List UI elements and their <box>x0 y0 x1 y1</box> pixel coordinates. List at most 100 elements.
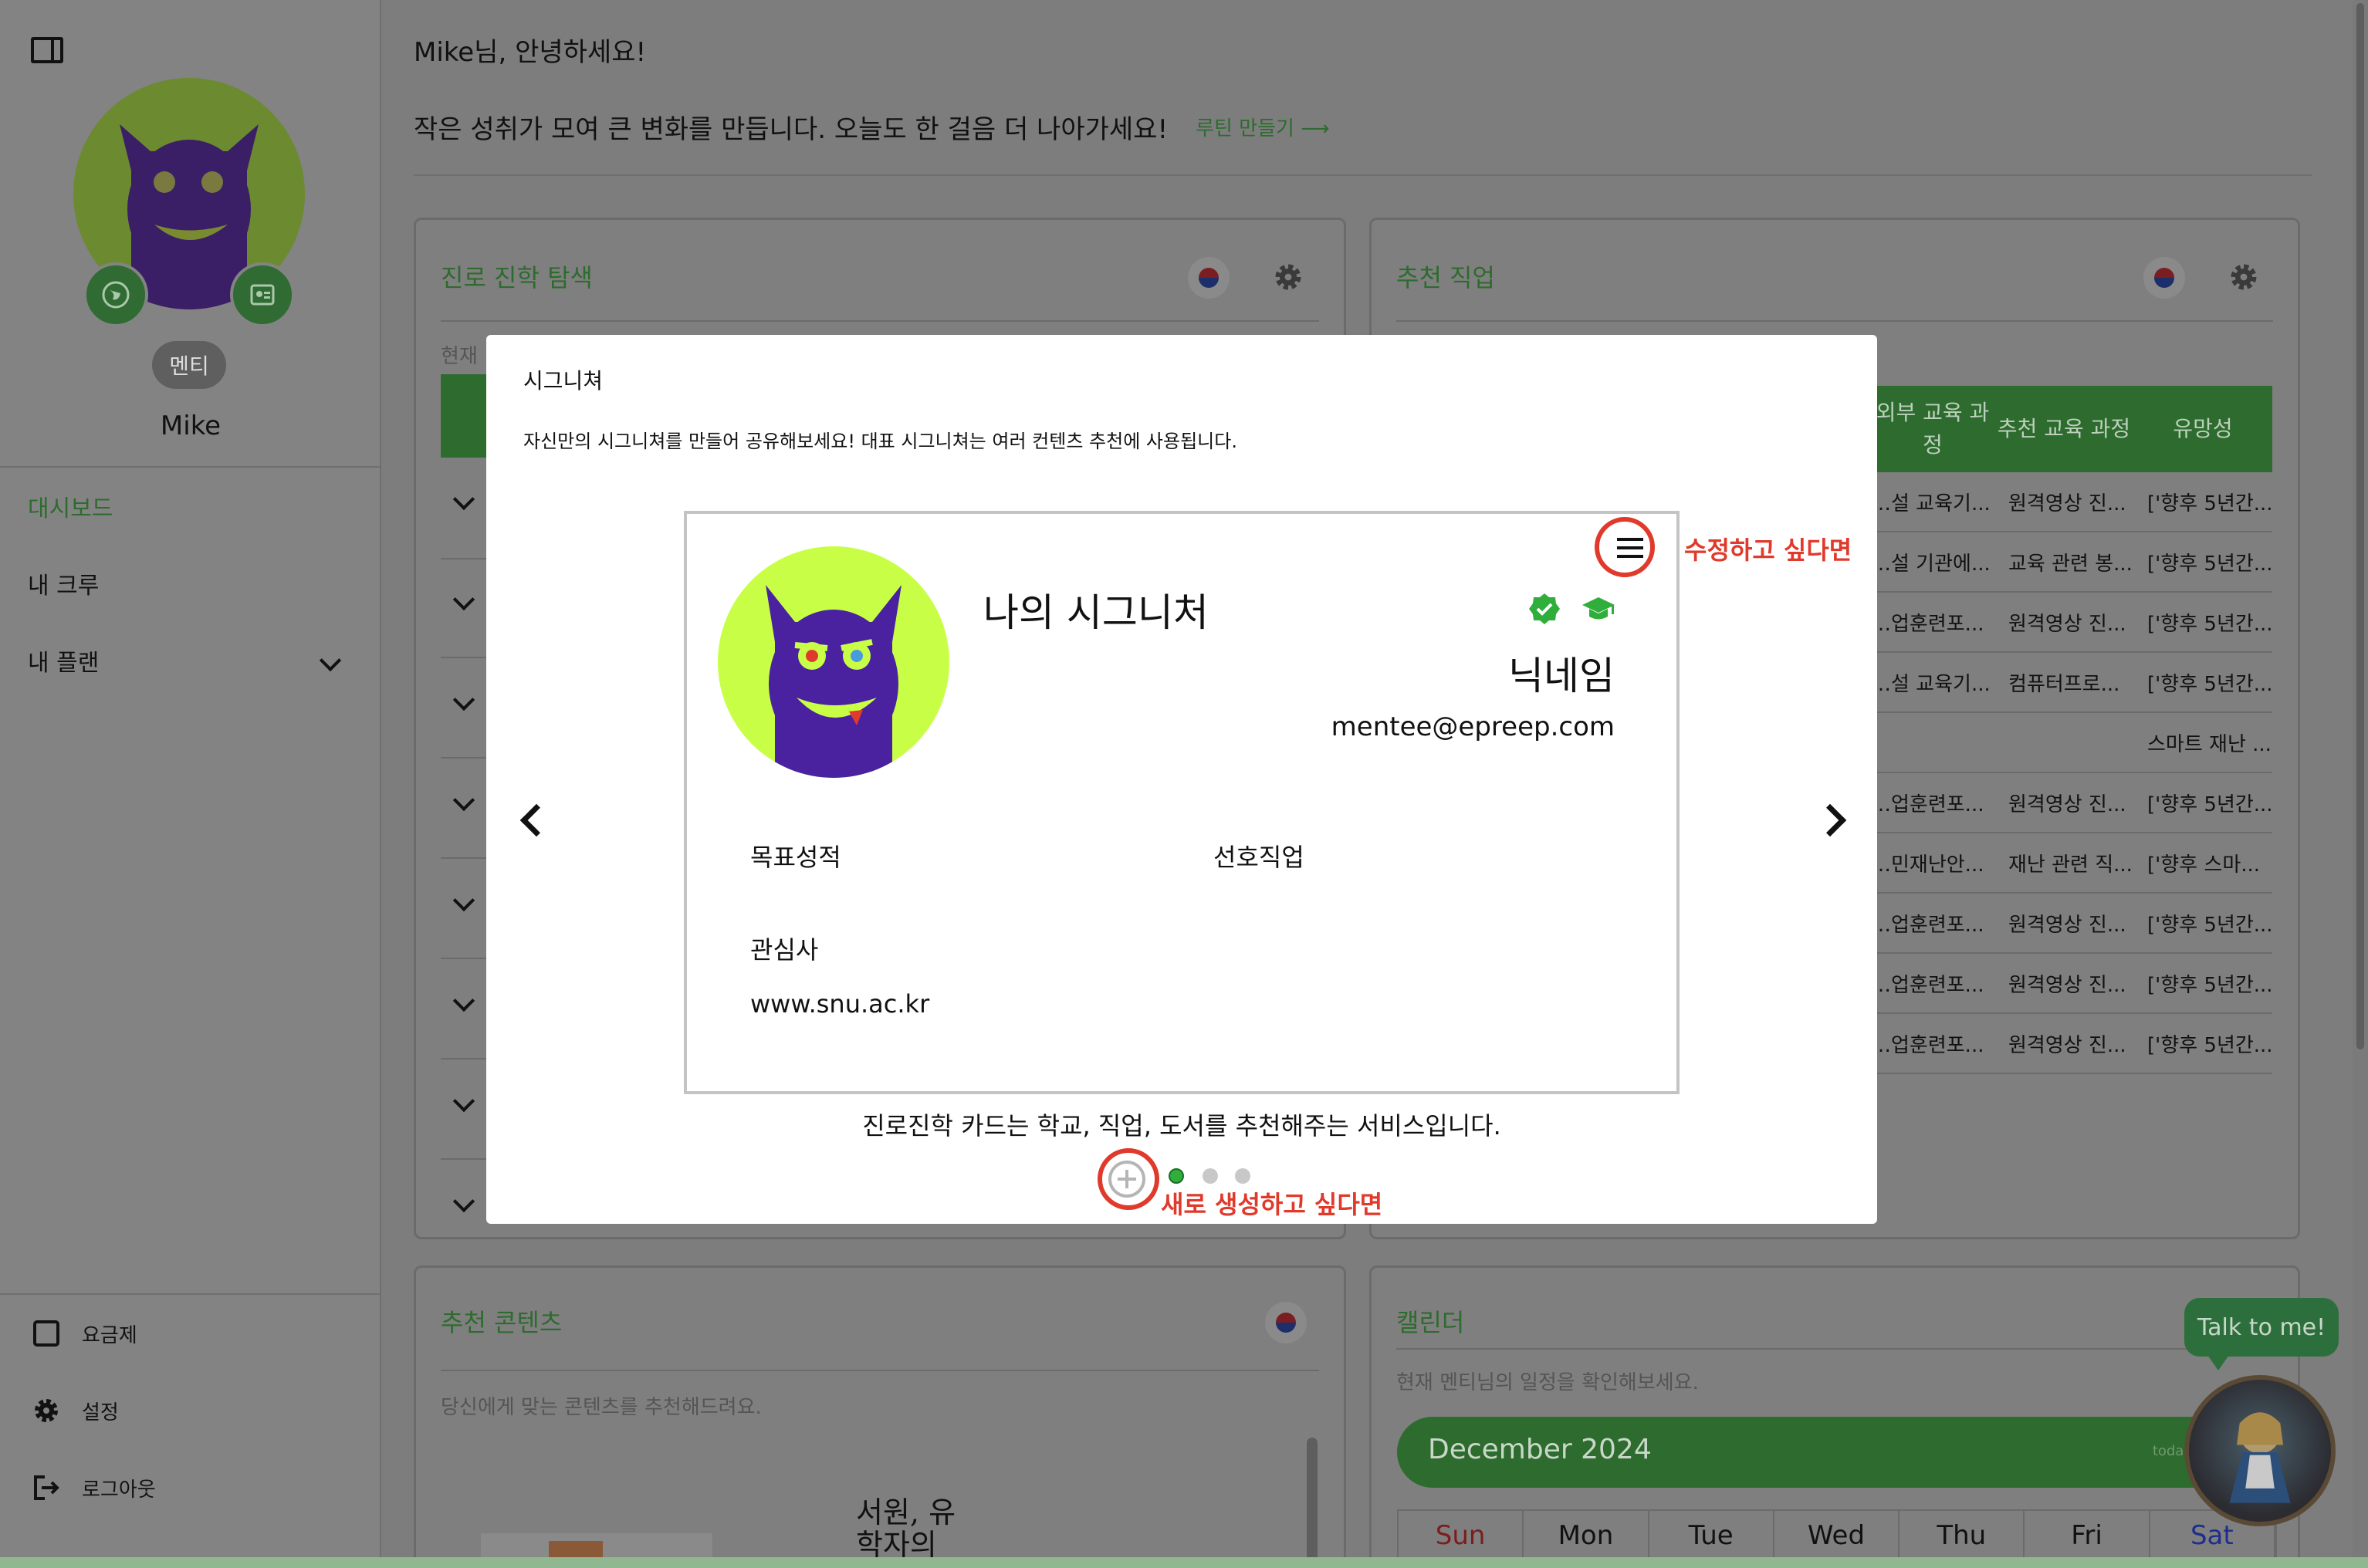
chevron-down-icon[interactable] <box>452 889 475 912</box>
routine-link[interactable]: 루틴 만들기 ⟶ <box>1196 113 1329 141</box>
table-row[interactable]: …업훈련포... 원격영상 진... ['향후 5년간... <box>1871 773 2272 833</box>
nav-my-crew[interactable]: 내 크루 <box>28 566 99 600</box>
chevron-down-icon[interactable] <box>452 488 475 511</box>
table-cell: 원격영상 진... <box>2008 1033 2126 1057</box>
website-text: www.snu.ac.kr <box>750 989 930 1019</box>
page-scrollbar[interactable] <box>2353 0 2368 1568</box>
table-cell: 컴퓨터프로... <box>2008 672 2120 696</box>
chevron-right-icon[interactable] <box>1813 803 1847 837</box>
nav-dashboard[interactable]: 대시보드 <box>28 489 113 523</box>
modal-title: 시그니쳐 <box>523 368 604 394</box>
nav-logout[interactable]: 로그아웃 <box>31 1472 156 1503</box>
table-row[interactable]: …설 교육기... 컴퓨터프로... ['향후 5년간... <box>1871 653 2272 713</box>
signature-title: 나의 시그니처 <box>983 590 1209 635</box>
role-badge: 멘티 <box>152 341 226 389</box>
pager-dot-active[interactable] <box>1169 1168 1184 1184</box>
pager-dot[interactable] <box>1203 1168 1218 1184</box>
contents-card: 추천 콘텐츠 당신에게 맞는 콘텐츠를 추천해드려요. 서원, 유학자의 <box>414 1266 1346 1568</box>
square-icon <box>33 1320 59 1347</box>
table-cell: …설 기관에... <box>1871 552 1991 576</box>
card-subtitle: 현재 멘티님의 일정을 확인해보세요. <box>1396 1371 1699 1394</box>
column-header: 추천 교육 과정 <box>1997 416 2131 441</box>
nav-logout-label: 로그아웃 <box>82 1478 156 1502</box>
chevron-down-icon[interactable] <box>452 588 475 611</box>
greeting: Mike님, 안녕하세요! <box>414 37 647 68</box>
graduation-cap-icon <box>1582 597 1615 620</box>
column-header: 유망성 <box>2173 416 2233 441</box>
table-cell: 스마트 재난 ... <box>2147 732 2272 756</box>
modal-caption: 진로진학 카드는 학교, 직업, 도서를 추천해주는 서비스입니다. <box>862 1111 1501 1141</box>
signature-badges <box>1527 591 1616 627</box>
gear-icon <box>35 1399 58 1422</box>
korea-flag-icon[interactable] <box>1188 257 1230 299</box>
motto-row: 작은 성취가 모여 큰 변화를 만듭니다. 오늘도 한 걸음 더 나아가세요! … <box>414 108 1329 146</box>
chevron-down-icon[interactable] <box>452 1190 475 1213</box>
table-row[interactable]: …업훈련포... 원격영상 진... ['향후 5년간... <box>1871 593 2272 653</box>
book-cover-text[interactable]: 서원, 유학자의 <box>856 1496 972 1561</box>
card-title: 진로 진학 탐색 <box>441 263 593 292</box>
table-cell: …업훈련포... <box>1871 792 1984 816</box>
nav-settings-label: 설정 <box>82 1401 119 1424</box>
table-cell: ['향후 스마... <box>2147 853 2261 877</box>
scrollbar-thumb[interactable] <box>2356 3 2364 1049</box>
chatbot-avatar[interactable] <box>2184 1375 2336 1526</box>
chevron-left-icon[interactable] <box>519 803 553 837</box>
table-cell: …업훈련포... <box>1871 612 1984 636</box>
table-cell: 원격영상 진... <box>2008 612 2126 636</box>
nav-my-plan[interactable]: 내 플랜 <box>28 644 99 678</box>
table-cell: 교육 관련 봉... <box>2008 552 2133 576</box>
table-row[interactable]: 스마트 재난 ... <box>1871 713 2272 773</box>
korea-flag-icon[interactable] <box>2143 257 2185 299</box>
table-cell: …설 교육기... <box>1871 672 1991 696</box>
card-title: 추천 직업 <box>1396 263 1495 292</box>
table-row[interactable]: …업훈련포... 원격영상 진... ['향후 5년간... <box>1871 894 2272 954</box>
chevron-down-icon[interactable] <box>452 1090 475 1113</box>
nav-pricing-label: 요금제 <box>82 1323 137 1347</box>
signature-avatar <box>718 546 949 778</box>
user-name: Mike <box>160 411 222 441</box>
chevron-down-icon[interactable] <box>452 789 475 812</box>
chevron-down-icon[interactable] <box>319 649 342 672</box>
interests-label: 관심사 <box>750 935 819 965</box>
column-header: 외부 교육 과정 <box>1876 400 1990 458</box>
gear-icon[interactable] <box>1271 260 1305 294</box>
jobs-table-header: 외부 교육 과정 추천 교육 과정 유망성 <box>1871 386 2272 472</box>
preferred-job-label: 선호직업 <box>1213 843 1304 872</box>
annotation-circle <box>1098 1148 1159 1210</box>
card-title: 추천 콘텐츠 <box>441 1308 563 1337</box>
table-row[interactable]: …민재난안... 재난 관련 직... ['향후 스마... <box>1871 833 2272 894</box>
table-cell: ['향후 5년간... <box>2147 612 2272 636</box>
divider <box>441 1370 1319 1371</box>
table-cell: 원격영상 진... <box>2008 492 2126 515</box>
table-row[interactable]: …업훈련포... 원격영상 진... ['향후 5년간... <box>1871 954 2272 1014</box>
table-cell: 원격영상 진... <box>2008 973 2126 997</box>
signature-email: mentee@epreep.com <box>1331 711 1615 742</box>
nav-pricing[interactable]: 요금제 <box>31 1318 137 1349</box>
table-cell: ['향후 5년간... <box>2147 1033 2272 1057</box>
table-cell: ['향후 5년간... <box>2147 552 2272 576</box>
korea-flag-icon[interactable] <box>1265 1302 1307 1343</box>
chevron-down-icon[interactable] <box>452 989 475 1012</box>
sidebar-toggle-icon[interactable] <box>31 37 63 63</box>
divider <box>0 466 381 468</box>
table-row[interactable]: …설 기관에... 교육 관련 봉... ['향후 5년간... <box>1871 532 2272 593</box>
card-subtitle: 당신에게 맞는 콘텐츠를 추천해드려요. <box>441 1396 762 1419</box>
id-card-icon[interactable] <box>230 262 295 327</box>
scrollbar[interactable] <box>1307 1438 1318 1568</box>
globe-icon[interactable] <box>83 262 148 327</box>
divider <box>1396 320 2273 322</box>
calendar-month: December 2024 <box>1428 1434 1652 1465</box>
table-cell: …업훈련포... <box>1871 973 1984 997</box>
gear-icon[interactable] <box>2227 260 2261 294</box>
pager-dot[interactable] <box>1235 1168 1250 1184</box>
nav-settings[interactable]: 설정 <box>31 1395 119 1426</box>
verified-badge-icon <box>1529 593 1560 624</box>
table-row[interactable]: …설 교육기... 원격영상 진... ['향후 5년간... <box>1871 472 2272 532</box>
table-cell: ['향후 5년간... <box>2147 973 2272 997</box>
modal-description: 자신만의 시그니쳐를 만들어 공유해보세요! 대표 시그니쳐는 여러 컨텐츠 추… <box>523 431 1237 452</box>
bottom-bar <box>0 1557 2368 1568</box>
table-row[interactable]: …업훈련포... 원격영상 진... ['향후 5년간... <box>1871 1014 2272 1074</box>
chevron-down-icon[interactable] <box>452 688 475 711</box>
divider <box>441 320 1319 322</box>
talk-to-me-button[interactable]: Talk to me! <box>2184 1298 2339 1370</box>
